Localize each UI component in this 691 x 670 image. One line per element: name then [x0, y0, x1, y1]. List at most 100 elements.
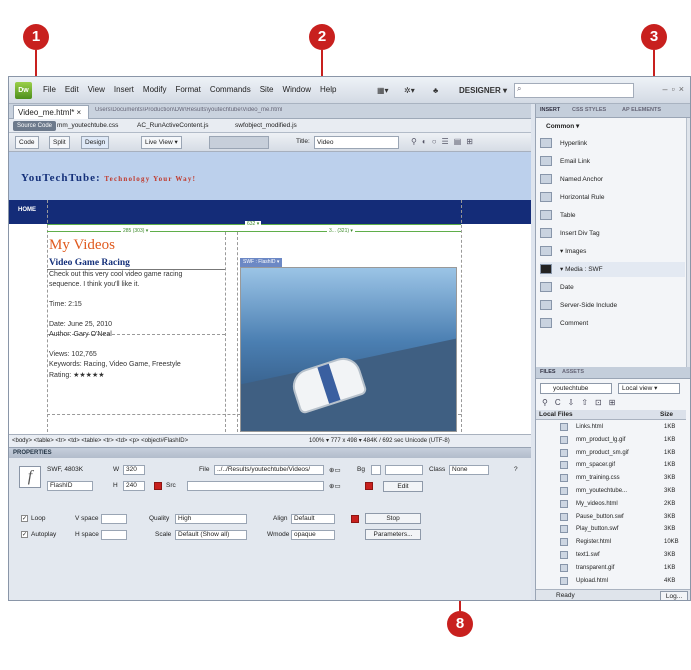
- help-search-input[interactable]: ⌕: [514, 83, 634, 98]
- tab-css-styles[interactable]: CSS STYLES: [572, 107, 606, 113]
- scale-select[interactable]: Default (Show all): [175, 530, 247, 540]
- tab-insert[interactable]: INSERT: [540, 107, 560, 113]
- autoplay-checkbox[interactable]: ✓: [21, 531, 28, 538]
- workspace-switcher[interactable]: DESIGNER ▾: [459, 83, 507, 98]
- file-input[interactable]: ../../Results/youtechtube/Videos/: [214, 465, 324, 475]
- bg-color-swatch[interactable]: [371, 465, 381, 475]
- tab-files[interactable]: FILES: [540, 369, 556, 375]
- menu-insert[interactable]: Insert: [114, 85, 134, 94]
- live-view-button[interactable]: Live View ▾: [141, 136, 182, 149]
- file-row[interactable]: transparent.gif 1KB: [536, 563, 686, 573]
- file-row[interactable]: mm_youtechtube... 3KB: [536, 486, 686, 496]
- files-header-name[interactable]: Local Files: [539, 410, 573, 420]
- live-code-button[interactable]: [209, 136, 269, 149]
- file-row[interactable]: Play_button.swf 3KB: [536, 524, 686, 534]
- file-row[interactable]: mm_product_sm.gif 1KB: [536, 448, 686, 458]
- flash-video-placeholder[interactable]: [240, 267, 457, 432]
- insert-category-select[interactable]: Common ▾: [546, 122, 579, 130]
- menu-view[interactable]: View: [88, 85, 105, 94]
- page-title-input[interactable]: Video: [314, 136, 399, 149]
- table-width-label[interactable]: 632 ▾: [245, 221, 262, 227]
- swf-id-input[interactable]: FlashID: [47, 481, 93, 491]
- view-select[interactable]: Local view ▾: [618, 383, 680, 394]
- related-file[interactable]: swfobject_modified.js: [235, 122, 297, 129]
- site-select[interactable]: youtechtube: [540, 383, 612, 394]
- insert-horizontal-rule[interactable]: Horizontal Rule: [540, 190, 685, 205]
- insert-date[interactable]: Date: [540, 280, 685, 295]
- align-select[interactable]: Default: [291, 514, 335, 524]
- insert-images[interactable]: ▾ Images: [540, 244, 685, 259]
- files-toolbar-icons[interactable]: ⚲C⇩⇧⊡⊞: [542, 398, 622, 407]
- browse-folder-icon[interactable]: ⊕▭: [329, 466, 341, 474]
- tag-path[interactable]: <body> <table> <tr> <td> <table> <tr> <t…: [12, 438, 188, 444]
- stop-button[interactable]: Stop: [365, 513, 421, 524]
- src-browse-icon[interactable]: ⊕▭: [329, 482, 341, 490]
- menu-file[interactable]: File: [43, 85, 56, 94]
- insert-named-anchor[interactable]: Named Anchor: [540, 172, 685, 187]
- class-select[interactable]: None: [449, 465, 489, 475]
- file-icon: [560, 551, 568, 559]
- toolbar-icons[interactable]: ⚲◐○☰▤⊞: [411, 137, 478, 146]
- swf-object-tab[interactable]: SWF : FlashID ▾: [240, 258, 283, 267]
- menu-help[interactable]: Help: [320, 85, 336, 94]
- insert-comment[interactable]: Comment: [540, 316, 685, 331]
- quality-select[interactable]: High: [175, 514, 247, 524]
- insert-email-link[interactable]: Email Link: [540, 154, 685, 169]
- menu-commands[interactable]: Commands: [210, 85, 251, 94]
- properties-title[interactable]: PROPERTIES: [9, 448, 531, 458]
- title-underline: [47, 269, 225, 270]
- source-code-tab[interactable]: Source Code: [13, 121, 57, 131]
- design-view-button[interactable]: Design: [81, 136, 110, 149]
- vspace-input[interactable]: [101, 514, 127, 524]
- file-row[interactable]: Links.html 1KB: [536, 422, 686, 432]
- file-row[interactable]: Register.html 10KB: [536, 537, 686, 547]
- file-row[interactable]: Pause_button.swf 3KB: [536, 512, 686, 522]
- menu-window[interactable]: Window: [283, 85, 311, 94]
- layout-icon[interactable]: ▦▾: [377, 83, 389, 98]
- loop-checkbox[interactable]: ✓: [21, 515, 28, 522]
- file-row[interactable]: mm_training.css 3KB: [536, 473, 686, 483]
- related-file[interactable]: mm_youtechtube.css: [57, 122, 118, 129]
- window-controls[interactable]: –▫×: [663, 84, 688, 94]
- split-view-button[interactable]: Split: [49, 136, 70, 149]
- design-view[interactable]: YouTechTube: Technology Your Way! HOME 6…: [9, 152, 531, 434]
- insert-table[interactable]: Table: [540, 208, 685, 223]
- hspace-input[interactable]: [101, 530, 127, 540]
- column-width-left[interactable]: 285 (303) ▾: [121, 228, 151, 234]
- tab-assets[interactable]: ASSETS: [562, 369, 584, 375]
- menu-edit[interactable]: Edit: [65, 85, 79, 94]
- code-view-button[interactable]: Code: [15, 136, 39, 149]
- site-icon[interactable]: ♣: [433, 83, 438, 98]
- tab-ap-elements[interactable]: AP ELEMENTS: [622, 107, 661, 113]
- wmode-select[interactable]: opaque: [291, 530, 335, 540]
- insert-server-side-include[interactable]: Server-Side Include: [540, 298, 685, 313]
- log-button[interactable]: Log...: [660, 591, 688, 600]
- file-row[interactable]: mm_spacer.gif 1KB: [536, 460, 686, 470]
- help-icon[interactable]: ?: [514, 466, 518, 473]
- file-row[interactable]: mm_product_lg.gif 1KB: [536, 435, 686, 445]
- insert-div-tag[interactable]: Insert Div Tag: [540, 226, 685, 241]
- edit-button[interactable]: Edit: [383, 481, 423, 492]
- files-header-size[interactable]: Size: [660, 410, 673, 420]
- related-file[interactable]: AC_RunActiveContent.js: [137, 122, 209, 129]
- insert-hyperlink[interactable]: Hyperlink: [540, 136, 685, 151]
- file-row[interactable]: My_videos.html 2KB: [536, 499, 686, 509]
- nav-home-link[interactable]: HOME: [18, 207, 36, 213]
- insert-panel-scrollbar[interactable]: [686, 118, 690, 367]
- file-row[interactable]: text1.swf 3KB: [536, 550, 686, 560]
- column-width-right[interactable]: 3... (321) ▾: [327, 228, 355, 234]
- insert-media-swf[interactable]: ▾ Media : SWF: [540, 262, 685, 277]
- menu-site[interactable]: Site: [260, 85, 274, 94]
- parameters-button[interactable]: Parameters...: [365, 529, 421, 540]
- menu-modify[interactable]: Modify: [143, 85, 167, 94]
- document-tab[interactable]: Video_me.html* ×: [13, 105, 89, 119]
- tag-selector[interactable]: <body> <table> <tr> <td> <table> <tr> <t…: [9, 434, 531, 447]
- article-line: Time: 2:15: [49, 301, 82, 308]
- menu-format[interactable]: Format: [175, 85, 200, 94]
- src-input[interactable]: [187, 481, 324, 491]
- bg-color-input[interactable]: [385, 465, 423, 475]
- extend-icon[interactable]: ✲▾: [404, 83, 415, 98]
- height-input[interactable]: 240: [123, 481, 145, 491]
- width-input[interactable]: 320: [123, 465, 145, 475]
- file-row[interactable]: Upload.html 4KB: [536, 576, 686, 586]
